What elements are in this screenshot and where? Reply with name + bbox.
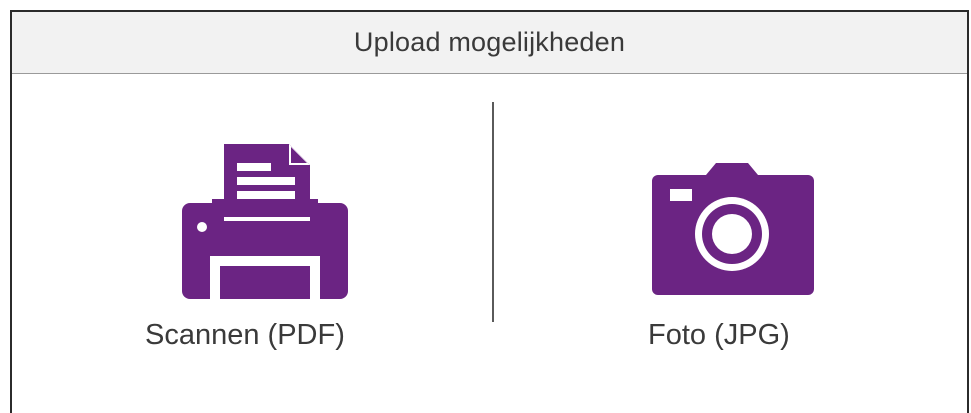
panel-header: Upload mogelijkheden: [12, 12, 967, 74]
scan-pdf-option[interactable]: Scannen (PDF): [12, 74, 492, 413]
photo-jpg-label: Foto (JPG): [648, 319, 790, 351]
printer-icon: [172, 139, 348, 304]
camera-icon: [652, 163, 814, 300]
scan-pdf-label: Scannen (PDF): [145, 319, 345, 351]
panel-title: Upload mogelijkheden: [353, 27, 626, 57]
upload-options: Scannen (PDF) Foto (JPG): [12, 74, 967, 413]
photo-jpg-option[interactable]: Foto (JPG): [494, 74, 967, 413]
upload-options-panel: Upload mogelijkheden Scannen (PDF) Foto …: [10, 10, 969, 413]
